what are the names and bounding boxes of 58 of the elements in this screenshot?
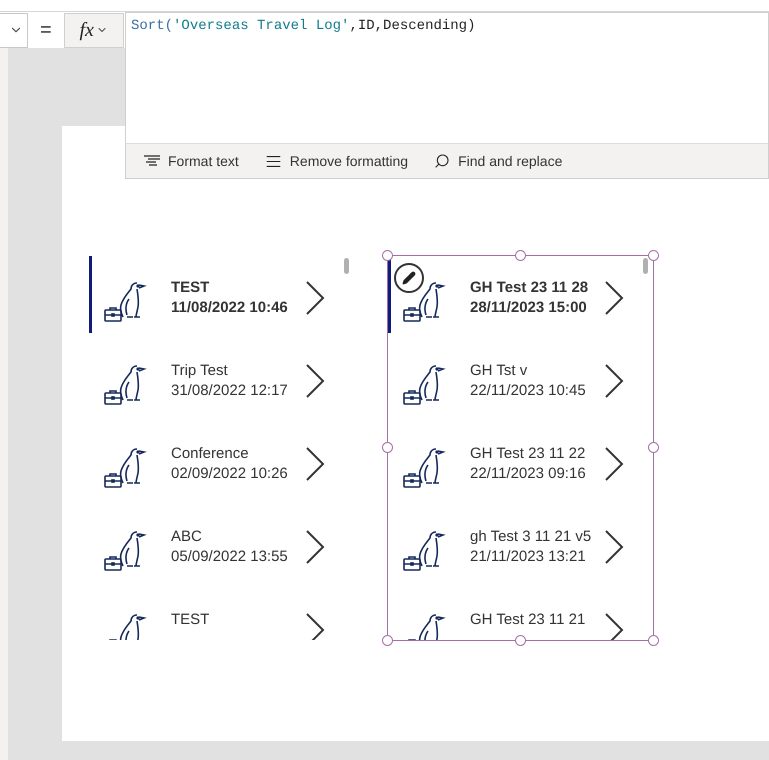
- toolbar-button[interactable]: Remove formatting: [264, 150, 408, 172]
- item-title: GH Tst v: [470, 360, 528, 380]
- gallery-item[interactable]: GH Test 23 11 22 22/11/2023 09:16: [388, 422, 653, 505]
- fx-button[interactable]: fx: [64, 12, 124, 48]
- resize-handle[interactable]: [648, 635, 659, 646]
- gallery-item[interactable]: gh Test 3 11 21 v5 21/11/2023 13:21: [388, 505, 653, 588]
- edit-icon[interactable]: [394, 263, 424, 293]
- chevron-right-icon[interactable]: [604, 280, 624, 314]
- gallery-item[interactable]: GH Test 23 11 28 28/11/2023 15:00: [388, 256, 653, 339]
- item-date: 31/08/2022 12:17: [171, 380, 289, 400]
- search-icon: [434, 153, 450, 169]
- item-title: GH Test 23 11 28: [470, 278, 590, 298]
- scrollbar-thumb[interactable]: [643, 258, 648, 274]
- resize-handle[interactable]: [382, 250, 393, 261]
- gallery-item[interactable]: TEST 11/08/2022 10:46: [89, 256, 354, 339]
- item-title: TEST: [171, 278, 210, 298]
- gallery-item[interactable]: TEST: [89, 588, 354, 640]
- resize-handle[interactable]: [382, 442, 393, 453]
- item-date: 02/09/2022 10:26: [171, 464, 289, 484]
- item-title: TEST: [171, 610, 210, 630]
- chevron-right-icon[interactable]: [604, 612, 624, 640]
- formula-editor[interactable]: Sort('Overseas Travel Log',ID,Descending) Format text Remove formatting Find and replace: [125, 12, 769, 179]
- item-date: 21/11/2023 13:21: [470, 546, 587, 566]
- gallery-item[interactable]: Trip Test 31/08/2022 12:17: [89, 339, 354, 422]
- item-title: gh Test 3 11 21 v5: [470, 526, 592, 546]
- item-date: 22/11/2023 10:45: [470, 380, 587, 400]
- chevron-right-icon[interactable]: [305, 364, 325, 398]
- item-title: Trip Test: [171, 360, 229, 380]
- gallery-item[interactable]: GH Tst v 22/11/2023 10:45: [388, 339, 653, 422]
- gallery-item[interactable]: Conference 02/09/2022 10:26: [89, 422, 354, 505]
- toolbar-button[interactable]: Format text: [144, 150, 239, 172]
- chevron-right-icon[interactable]: [305, 612, 325, 640]
- chevron-right-icon[interactable]: [305, 530, 325, 564]
- item-date: 22/11/2023 09:16: [470, 464, 587, 484]
- item-title: GH Test 23 11 22: [470, 444, 586, 464]
- scrollbar-thumb[interactable]: [344, 258, 349, 274]
- chevron-right-icon[interactable]: [604, 446, 624, 480]
- format-text-icon: [144, 155, 160, 167]
- resize-handle[interactable]: [648, 250, 659, 261]
- chevron-right-icon[interactable]: [604, 364, 624, 398]
- resize-handle[interactable]: [515, 250, 526, 261]
- chevron-right-icon[interactable]: [305, 280, 325, 314]
- item-title: GH Test 23 11 21: [470, 610, 586, 630]
- gallery-item[interactable]: GH Test 23 11 21: [388, 588, 653, 640]
- equals-sign: =: [40, 18, 52, 43]
- formula-text: Sort('Overseas Travel Log',ID,Descending): [130, 17, 476, 36]
- resize-handle[interactable]: [648, 442, 659, 453]
- gallery-item[interactable]: ABC 05/09/2022 13:55: [89, 505, 354, 588]
- toolbar-button[interactable]: Find and replace: [434, 150, 562, 172]
- chevron-right-icon[interactable]: [305, 446, 325, 480]
- resize-handle[interactable]: [515, 635, 526, 646]
- resize-handle[interactable]: [382, 635, 393, 646]
- item-title: ABC: [171, 526, 203, 546]
- item-date: 05/09/2022 13:55: [171, 546, 289, 566]
- item-date: 11/08/2022 10:46: [171, 298, 289, 318]
- item-title: Conference: [171, 444, 250, 464]
- chevron-right-icon[interactable]: [604, 530, 624, 564]
- item-date: 28/11/2023 15:00: [470, 298, 588, 318]
